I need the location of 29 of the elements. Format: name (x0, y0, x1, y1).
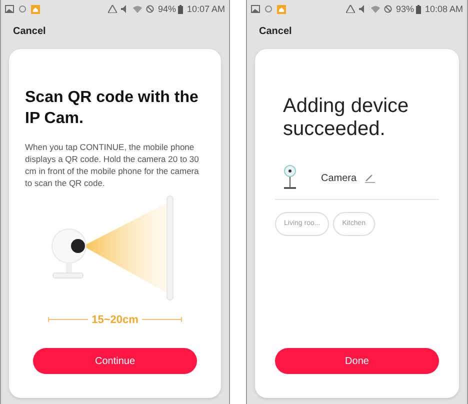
wifi-icon (132, 5, 142, 13)
success-title: Adding device succeeded. (282, 95, 410, 141)
mute-icon (120, 5, 129, 13)
continue-button[interactable]: Continue (33, 348, 197, 374)
instructions-text: When you tap CONTINUE, the mobile phone displays a QR code. Hold the camera 20 to 30 cm in front of the mobile phone for the camera to scan the QR code. (25, 141, 200, 189)
camera-icon (283, 165, 297, 191)
battery-percent: 94% (158, 4, 176, 14)
battery-icon (178, 4, 183, 14)
cancel-button[interactable]: Cancel (13, 24, 46, 39)
wifi-icon (370, 5, 380, 13)
done-button[interactable]: Done (275, 348, 439, 374)
cancel-button[interactable]: Cancel (259, 24, 292, 39)
image-icon (251, 5, 260, 13)
battery-percent: 93% (396, 4, 414, 14)
scan-title: Scan QR code with the IP Cam. (25, 88, 200, 129)
clock-time: 10:08 AM (424, 4, 463, 14)
image-icon (5, 5, 14, 13)
blocked-icon (146, 5, 154, 13)
measure-line-icon (142, 317, 182, 322)
pencil-icon[interactable] (364, 174, 375, 182)
measure-line-icon (48, 317, 88, 322)
distance-label: 15~20cm (92, 312, 138, 328)
app-icon (31, 4, 40, 14)
device-name: Camera (321, 172, 357, 186)
mute-icon (358, 5, 367, 13)
blocked-icon (384, 5, 392, 13)
clock-time: 10:07 AM (186, 4, 225, 14)
battery-icon (416, 4, 421, 14)
app-icon (277, 4, 286, 14)
